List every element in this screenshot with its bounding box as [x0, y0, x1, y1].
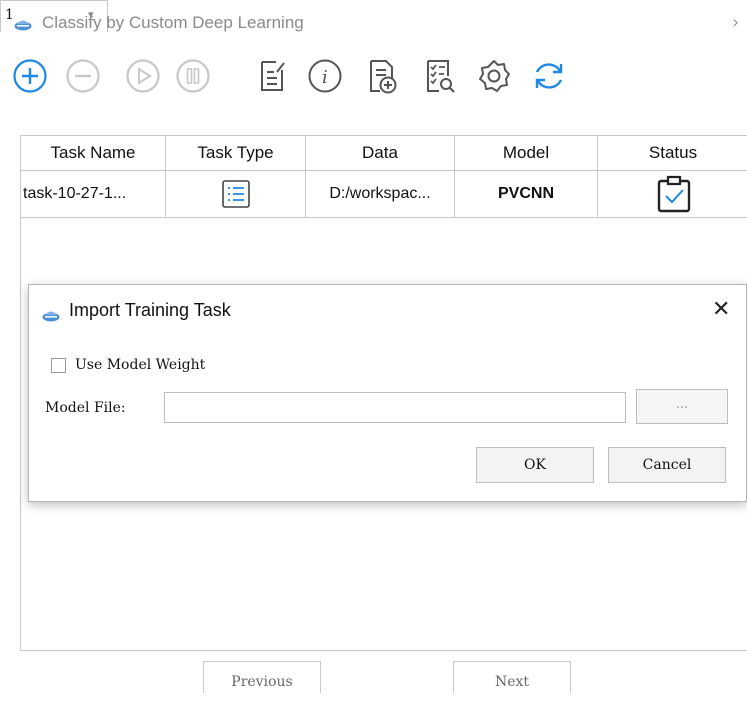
chevron-down-icon: ▾ [88, 8, 94, 21]
model-cell: PVCNN [455, 171, 598, 217]
dialog-title: Import Training Task [69, 300, 231, 320]
refresh-icon[interactable] [531, 58, 567, 94]
app-logo-icon [14, 16, 32, 31]
table-row[interactable]: task-10-27-1... D:/workspac... PVCNN [21, 171, 747, 218]
window-chevron-icon[interactable]: › [732, 12, 739, 33]
info-icon[interactable]: i [307, 58, 343, 94]
window-title: Classify by Custom Deep Learning [42, 13, 304, 32]
settings-icon[interactable] [476, 58, 512, 94]
column-header-task-name[interactable]: Task Name [21, 136, 166, 170]
task-name-cell: task-10-27-1... [21, 171, 166, 217]
add-icon[interactable] [12, 58, 48, 94]
ok-button[interactable]: OK [476, 447, 594, 483]
previous-button[interactable]: Previous [203, 661, 321, 693]
remove-icon[interactable] [65, 58, 101, 94]
model-file-input[interactable] [164, 392, 626, 423]
use-model-weight-label: Use Model Weight [75, 357, 206, 373]
data-cell: D:/workspac... [306, 171, 455, 217]
start-icon[interactable] [125, 58, 161, 94]
clipboard-check-icon [657, 175, 691, 213]
next-button[interactable]: Next [453, 661, 571, 693]
view-report-icon[interactable] [421, 58, 457, 94]
import-document-icon[interactable] [364, 58, 400, 94]
page-select-value: 1 [5, 7, 14, 23]
list-icon [222, 180, 250, 208]
edit-document-icon[interactable] [254, 58, 290, 94]
close-icon[interactable]: ✕ [712, 297, 730, 322]
dialog-logo-icon [42, 307, 60, 322]
browse-button[interactable]: ... [636, 389, 728, 424]
column-header-status[interactable]: Status [598, 136, 747, 170]
column-header-data[interactable]: Data [306, 136, 455, 170]
use-model-weight-checkbox[interactable] [51, 358, 66, 373]
status-cell [598, 171, 747, 217]
column-header-task-type[interactable]: Task Type [166, 136, 306, 170]
cancel-button[interactable]: Cancel [608, 447, 726, 483]
task-type-cell [166, 171, 306, 217]
column-header-model[interactable]: Model [455, 136, 598, 170]
table-header: Task Name Task Type Data Model Status [21, 136, 747, 171]
svg-text:i: i [322, 67, 328, 88]
import-training-task-dialog: Import Training Task ✕ Use Model Weight … [28, 284, 747, 502]
model-file-label: Model File: [45, 400, 126, 416]
pause-icon[interactable] [175, 58, 211, 94]
